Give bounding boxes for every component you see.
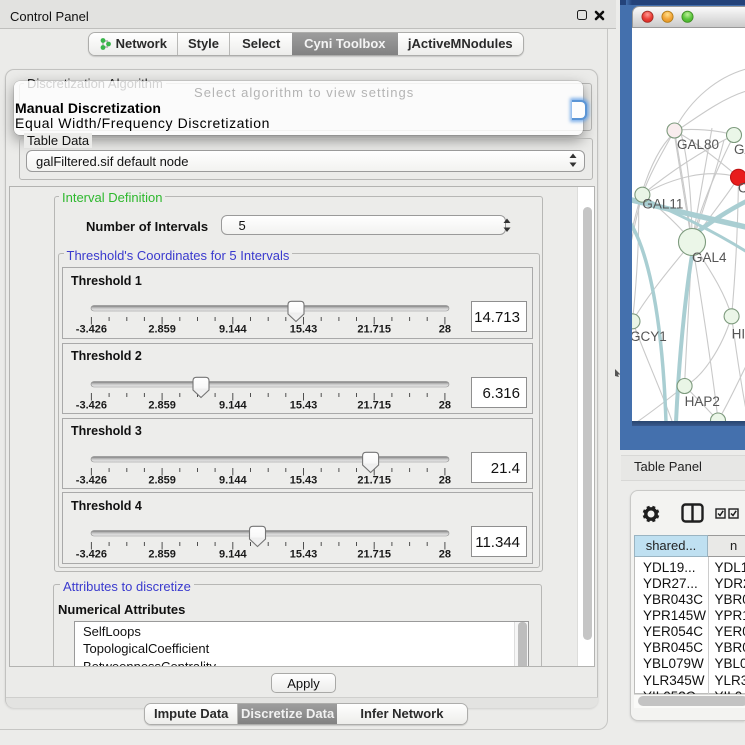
svg-text:21.715: 21.715 [357, 324, 391, 336]
svg-text:HAP2: HAP2 [685, 393, 720, 408]
svg-text:GAL7: GAL7 [734, 142, 745, 157]
svg-text:-3.426: -3.426 [76, 474, 107, 486]
svg-text:21.715: 21.715 [357, 549, 391, 561]
svg-text:15.43: 15.43 [290, 324, 318, 336]
svg-text:GCY1: GCY1 [632, 329, 667, 344]
svg-text:9.144: 9.144 [219, 474, 247, 486]
svg-text:-3.426: -3.426 [76, 549, 107, 561]
svg-text:HIS4: HIS4 [732, 326, 745, 341]
svg-text:GAL80: GAL80 [677, 137, 719, 152]
svg-text:21.715: 21.715 [357, 399, 391, 411]
svg-text:GAL4: GAL4 [692, 249, 727, 264]
svg-text:2.859: 2.859 [148, 399, 176, 411]
svg-text:-3.426: -3.426 [76, 399, 107, 411]
svg-text:2.859: 2.859 [148, 324, 176, 336]
svg-text:15.43: 15.43 [290, 549, 318, 561]
svg-text:9.144: 9.144 [219, 549, 247, 561]
svg-text:15.43: 15.43 [290, 399, 318, 411]
svg-text:21.715: 21.715 [357, 474, 391, 486]
svg-text:CYC: CYC [738, 180, 745, 195]
svg-text:28: 28 [439, 399, 451, 411]
svg-text:2.859: 2.859 [148, 549, 176, 561]
svg-text:GAL11: GAL11 [642, 196, 683, 211]
svg-text:28: 28 [439, 474, 451, 486]
svg-text:28: 28 [439, 324, 451, 336]
svg-text:9.144: 9.144 [219, 324, 247, 336]
svg-text:-3.426: -3.426 [76, 324, 107, 336]
svg-text:9.144: 9.144 [219, 399, 247, 411]
svg-text:15.43: 15.43 [290, 474, 318, 486]
svg-text:28: 28 [439, 549, 451, 561]
svg-text:2.859: 2.859 [148, 474, 176, 486]
